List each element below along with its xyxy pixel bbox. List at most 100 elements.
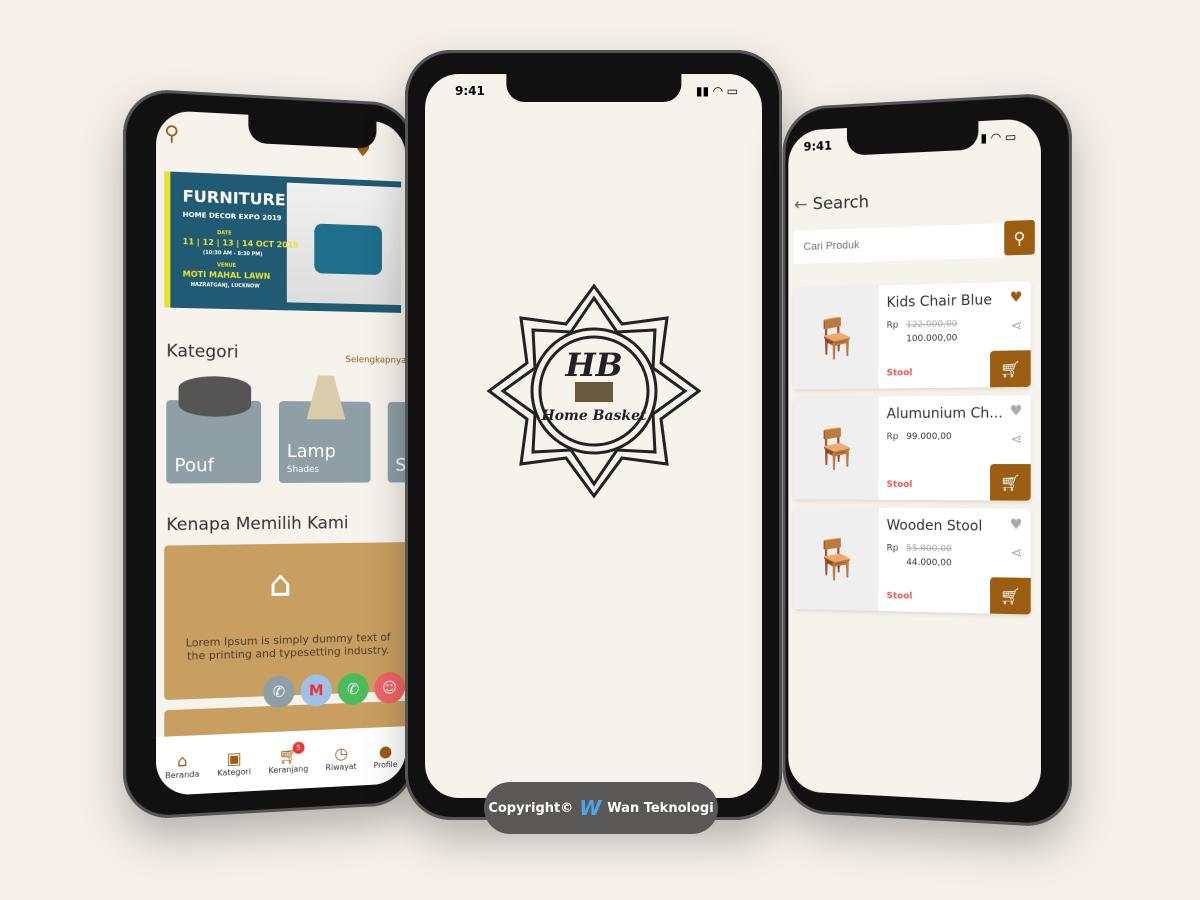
- banner-venue-label: VENUE: [217, 262, 236, 269]
- old-price: 55.000,00: [906, 544, 951, 555]
- heart-icon[interactable]: ♥: [1010, 289, 1023, 306]
- status-time: 9:41: [455, 84, 485, 98]
- add-to-cart-button[interactable]: 🛒︎: [990, 464, 1031, 501]
- cart-plus-icon: 🛒︎: [1000, 586, 1021, 606]
- home-basket-logo: HB Home Basket: [487, 284, 701, 498]
- share-icon[interactable]: ⋖: [1011, 318, 1023, 334]
- category-tag: Stool: [887, 591, 913, 602]
- heart-icon[interactable]: ♥: [1010, 403, 1023, 419]
- lamp-image: [306, 375, 345, 419]
- product-image: 🪑: [794, 285, 879, 389]
- nav-label: Profile: [374, 760, 398, 770]
- banner-location: HAZRATGANJ, LUCKNOW: [191, 282, 260, 290]
- nav-keranjang[interactable]: 🛒︎ 5 Keranjang: [269, 745, 309, 775]
- nav-label: Riwayat: [326, 762, 357, 772]
- price: 99.000,00: [906, 432, 951, 442]
- price: 44.000,00: [906, 558, 951, 569]
- cart-plus-icon: 🛒︎: [1000, 359, 1021, 379]
- category-pouf[interactable]: Pouf: [166, 400, 261, 483]
- phone-search: 9:41 ▮ ◠ ▭ ← Search ⚲ 🪑 Kids Chair Blue R…: [783, 92, 1072, 829]
- share-icon[interactable]: ⋖: [1011, 432, 1023, 448]
- category-sublabel: Shades: [287, 465, 319, 475]
- category-lamp[interactable]: Lamp Shades: [279, 401, 371, 483]
- search-header: ← Search: [794, 192, 869, 215]
- search-input[interactable]: [794, 223, 1006, 264]
- heart-icon[interactable]: ♥: [1010, 517, 1023, 533]
- add-to-cart-button[interactable]: 🛒︎: [990, 350, 1031, 387]
- section-title-kategori: Kategori: [166, 341, 238, 362]
- gmail-button[interactable]: M: [301, 674, 332, 707]
- phone-splash: 9:41 ▮▮ ◠ ▭ HB Home Basket: [405, 50, 782, 820]
- product-image: 🪑: [794, 396, 879, 499]
- pouf-image: [179, 376, 252, 417]
- signal-wifi-battery-icon: ▮▮ ◠ ▭: [696, 84, 738, 98]
- product-name: Alumunium Ch...: [887, 405, 1007, 422]
- nav-beranda[interactable]: ⌂ Beranda: [165, 750, 199, 780]
- currency: Rp: [887, 432, 899, 442]
- user-icon: ●: [374, 741, 398, 761]
- basket-icon: [575, 382, 613, 402]
- nav-riwayat[interactable]: ◷ Riwayat: [326, 743, 357, 772]
- search-icon: ⚲: [1014, 228, 1026, 248]
- nav-label: Beranda: [165, 770, 199, 781]
- bottom-nav: ⌂ Beranda ▣ Kategori 🛒︎ 5 Keranjang ◷ Riwayat…: [156, 726, 406, 796]
- signal-wifi-battery-icon: ▮ ◠ ▭: [980, 129, 1016, 145]
- category-tag: Stool: [887, 480, 913, 490]
- nav-profile[interactable]: ● Profile: [374, 741, 398, 770]
- banner-dates: 11 | 12 | 13 | 14 OCT 2019: [183, 237, 299, 250]
- product-card[interactable]: 🪑 Kids Chair Blue Rp 122.000,00 100.000,0…: [794, 281, 1031, 389]
- house-bulb-icon: ⌂: [269, 564, 292, 605]
- splash-screen: 9:41 ▮▮ ◠ ▭ HB Home Basket: [425, 74, 762, 798]
- home-screen: ⚲ ♥ FURNITURE HOME DECOR EXPO 2019 DATE …: [156, 110, 406, 796]
- banner-photo: [287, 183, 401, 305]
- product-image: 🪑: [794, 507, 879, 611]
- category-label: Pouf: [174, 455, 214, 476]
- product-name: Kids Chair Blue: [887, 292, 1007, 311]
- notch: [248, 115, 377, 149]
- why-text: Lorem Ipsum is simply dummy text of the …: [186, 631, 391, 663]
- copyright-badge: Copyright© W Wan Teknologi: [484, 782, 718, 834]
- status-time: 9:41: [804, 139, 833, 154]
- category-tag: Stool: [887, 368, 913, 378]
- add-to-cart-button[interactable]: 🛒︎: [990, 577, 1031, 614]
- category-more[interactable]: S: [388, 402, 406, 483]
- nav-label: Kategori: [217, 767, 251, 778]
- product-card[interactable]: 🪑 Alumunium Ch... Rp 99.000,00 Stool ♥ ⋖…: [794, 395, 1031, 501]
- phone-call-button[interactable]: ✆: [263, 675, 295, 708]
- currency: Rp: [887, 544, 899, 554]
- share-icon[interactable]: ⋖: [1011, 545, 1023, 561]
- banner-date-label: DATE: [217, 230, 232, 237]
- promo-banner[interactable]: FURNITURE HOME DECOR EXPO 2019 DATE 11 |…: [164, 171, 401, 313]
- search-button[interactable]: ⚲: [1004, 220, 1035, 256]
- back-arrow-icon[interactable]: ←: [794, 195, 808, 215]
- section-title-why: Kenapa Memilih Kami: [166, 513, 348, 535]
- logo-letters: HB: [564, 346, 622, 384]
- category-label: Lamp: [287, 441, 336, 462]
- search-icon[interactable]: ⚲: [164, 120, 179, 145]
- nav-kategori[interactable]: ▣ Kategori: [217, 748, 251, 778]
- bag-icon: ▣: [217, 748, 251, 769]
- logo-subtitle: Home Basket: [540, 408, 647, 424]
- cart-plus-icon: 🛒︎: [1000, 473, 1021, 492]
- nav-label: Keranjang: [269, 764, 309, 775]
- old-price: 122.000,00: [906, 319, 957, 330]
- whatsapp-button[interactable]: ✆: [338, 673, 369, 706]
- history-icon: ◷: [326, 743, 357, 763]
- customer-service-button[interactable]: ☺: [374, 671, 405, 704]
- banner-time: (10:30 AM - 8:30 PM): [203, 250, 263, 258]
- home-icon: ⌂: [165, 750, 199, 771]
- status-bar: 9:41 ▮▮ ◠ ▭: [455, 84, 738, 98]
- product-card[interactable]: 🪑 Wooden Stool Rp 55.000,00 44.000,00 Sto…: [794, 507, 1031, 615]
- search-screen: 9:41 ▮ ◠ ▭ ← Search ⚲ 🪑 Kids Chair Blue R…: [788, 118, 1041, 804]
- page-title: Search: [813, 192, 869, 214]
- see-more-link[interactable]: Selengkapnya: [345, 355, 405, 366]
- banner-venue: MOTI MAHAL LAWN: [183, 269, 271, 280]
- price: 100.000,00: [906, 333, 957, 344]
- product-name: Wooden Stool: [887, 518, 1007, 535]
- copyright-text: Copyright©: [488, 801, 573, 816]
- banner-title: FURNITURE: [183, 186, 286, 209]
- copyright-brand: Wan Teknologi: [607, 801, 713, 816]
- currency: Rp: [887, 321, 899, 331]
- banner-subtitle: HOME DECOR EXPO 2019: [183, 211, 282, 223]
- phone-home: ⚲ ♥ FURNITURE HOME DECOR EXPO 2019 DATE …: [123, 88, 415, 821]
